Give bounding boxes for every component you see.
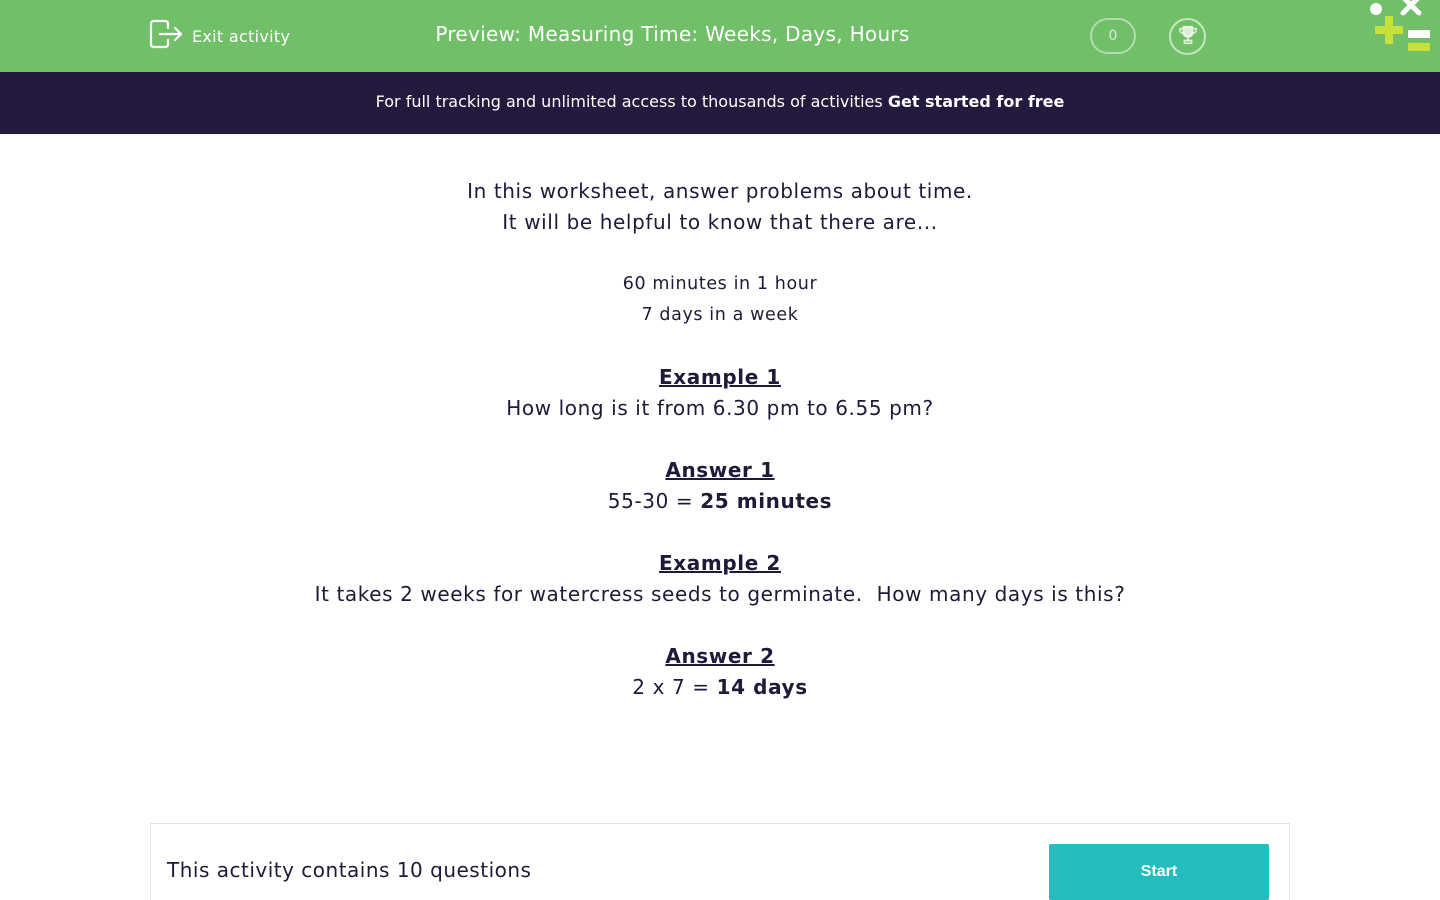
page-title: Preview: Measuring Time: Weeks, Days, Ho… [435,22,910,46]
worksheet-intro: In this worksheet, answer problems about… [0,176,1440,703]
intro-line-2: It will be helpful to know that there ar… [502,210,938,234]
fact-minutes-hour: 60 minutes in 1 hour [622,274,818,294]
trophy-icon [1177,24,1199,50]
answer-1-heading: Answer 1 [665,458,775,482]
top-header: Exit activity Preview: Measuring Time: W… [0,0,1440,72]
question-count-text: This activity contains 10 questions [167,858,532,882]
exit-activity-button[interactable]: Exit activity [149,19,291,53]
example-1-text: How long is it from 6.30 pm to 6.55 pm? [506,396,934,420]
upgrade-banner: For full tracking and unlimited access t… [0,72,1440,134]
answer-2-result: 14 days [716,675,808,699]
example-2-text: It takes 2 weeks for watercress seeds to… [314,582,1126,606]
banner-text: For full tracking and unlimited access t… [375,92,888,111]
exit-icon [149,19,183,53]
answer-1-result: 25 minutes [700,489,833,513]
exit-activity-label: Exit activity [192,26,291,46]
fact-days-week: 7 days in a week [641,305,799,325]
trophy-button[interactable] [1169,18,1206,55]
answer-2-expression: 2 x 7 = [632,675,717,699]
activity-start-card: This activity contains 10 questions Star… [150,823,1290,900]
answer-1-line: 55-30 = 25 minutes [0,486,1440,517]
example-2-heading: Example 2 [659,551,781,575]
answer-1-expression: 55-30 = [607,489,701,513]
answer-2-line: 2 x 7 = 14 days [0,672,1440,703]
score-counter: 0 [1090,18,1136,54]
answer-2-heading: Answer 2 [665,644,775,668]
start-button[interactable]: Start [1049,844,1269,900]
example-1-heading: Example 1 [659,365,781,389]
get-started-link[interactable]: Get started for free [888,92,1065,111]
intro-line-1: In this worksheet, answer problems about… [467,179,973,203]
math-symbols-decoration [1366,0,1440,60]
